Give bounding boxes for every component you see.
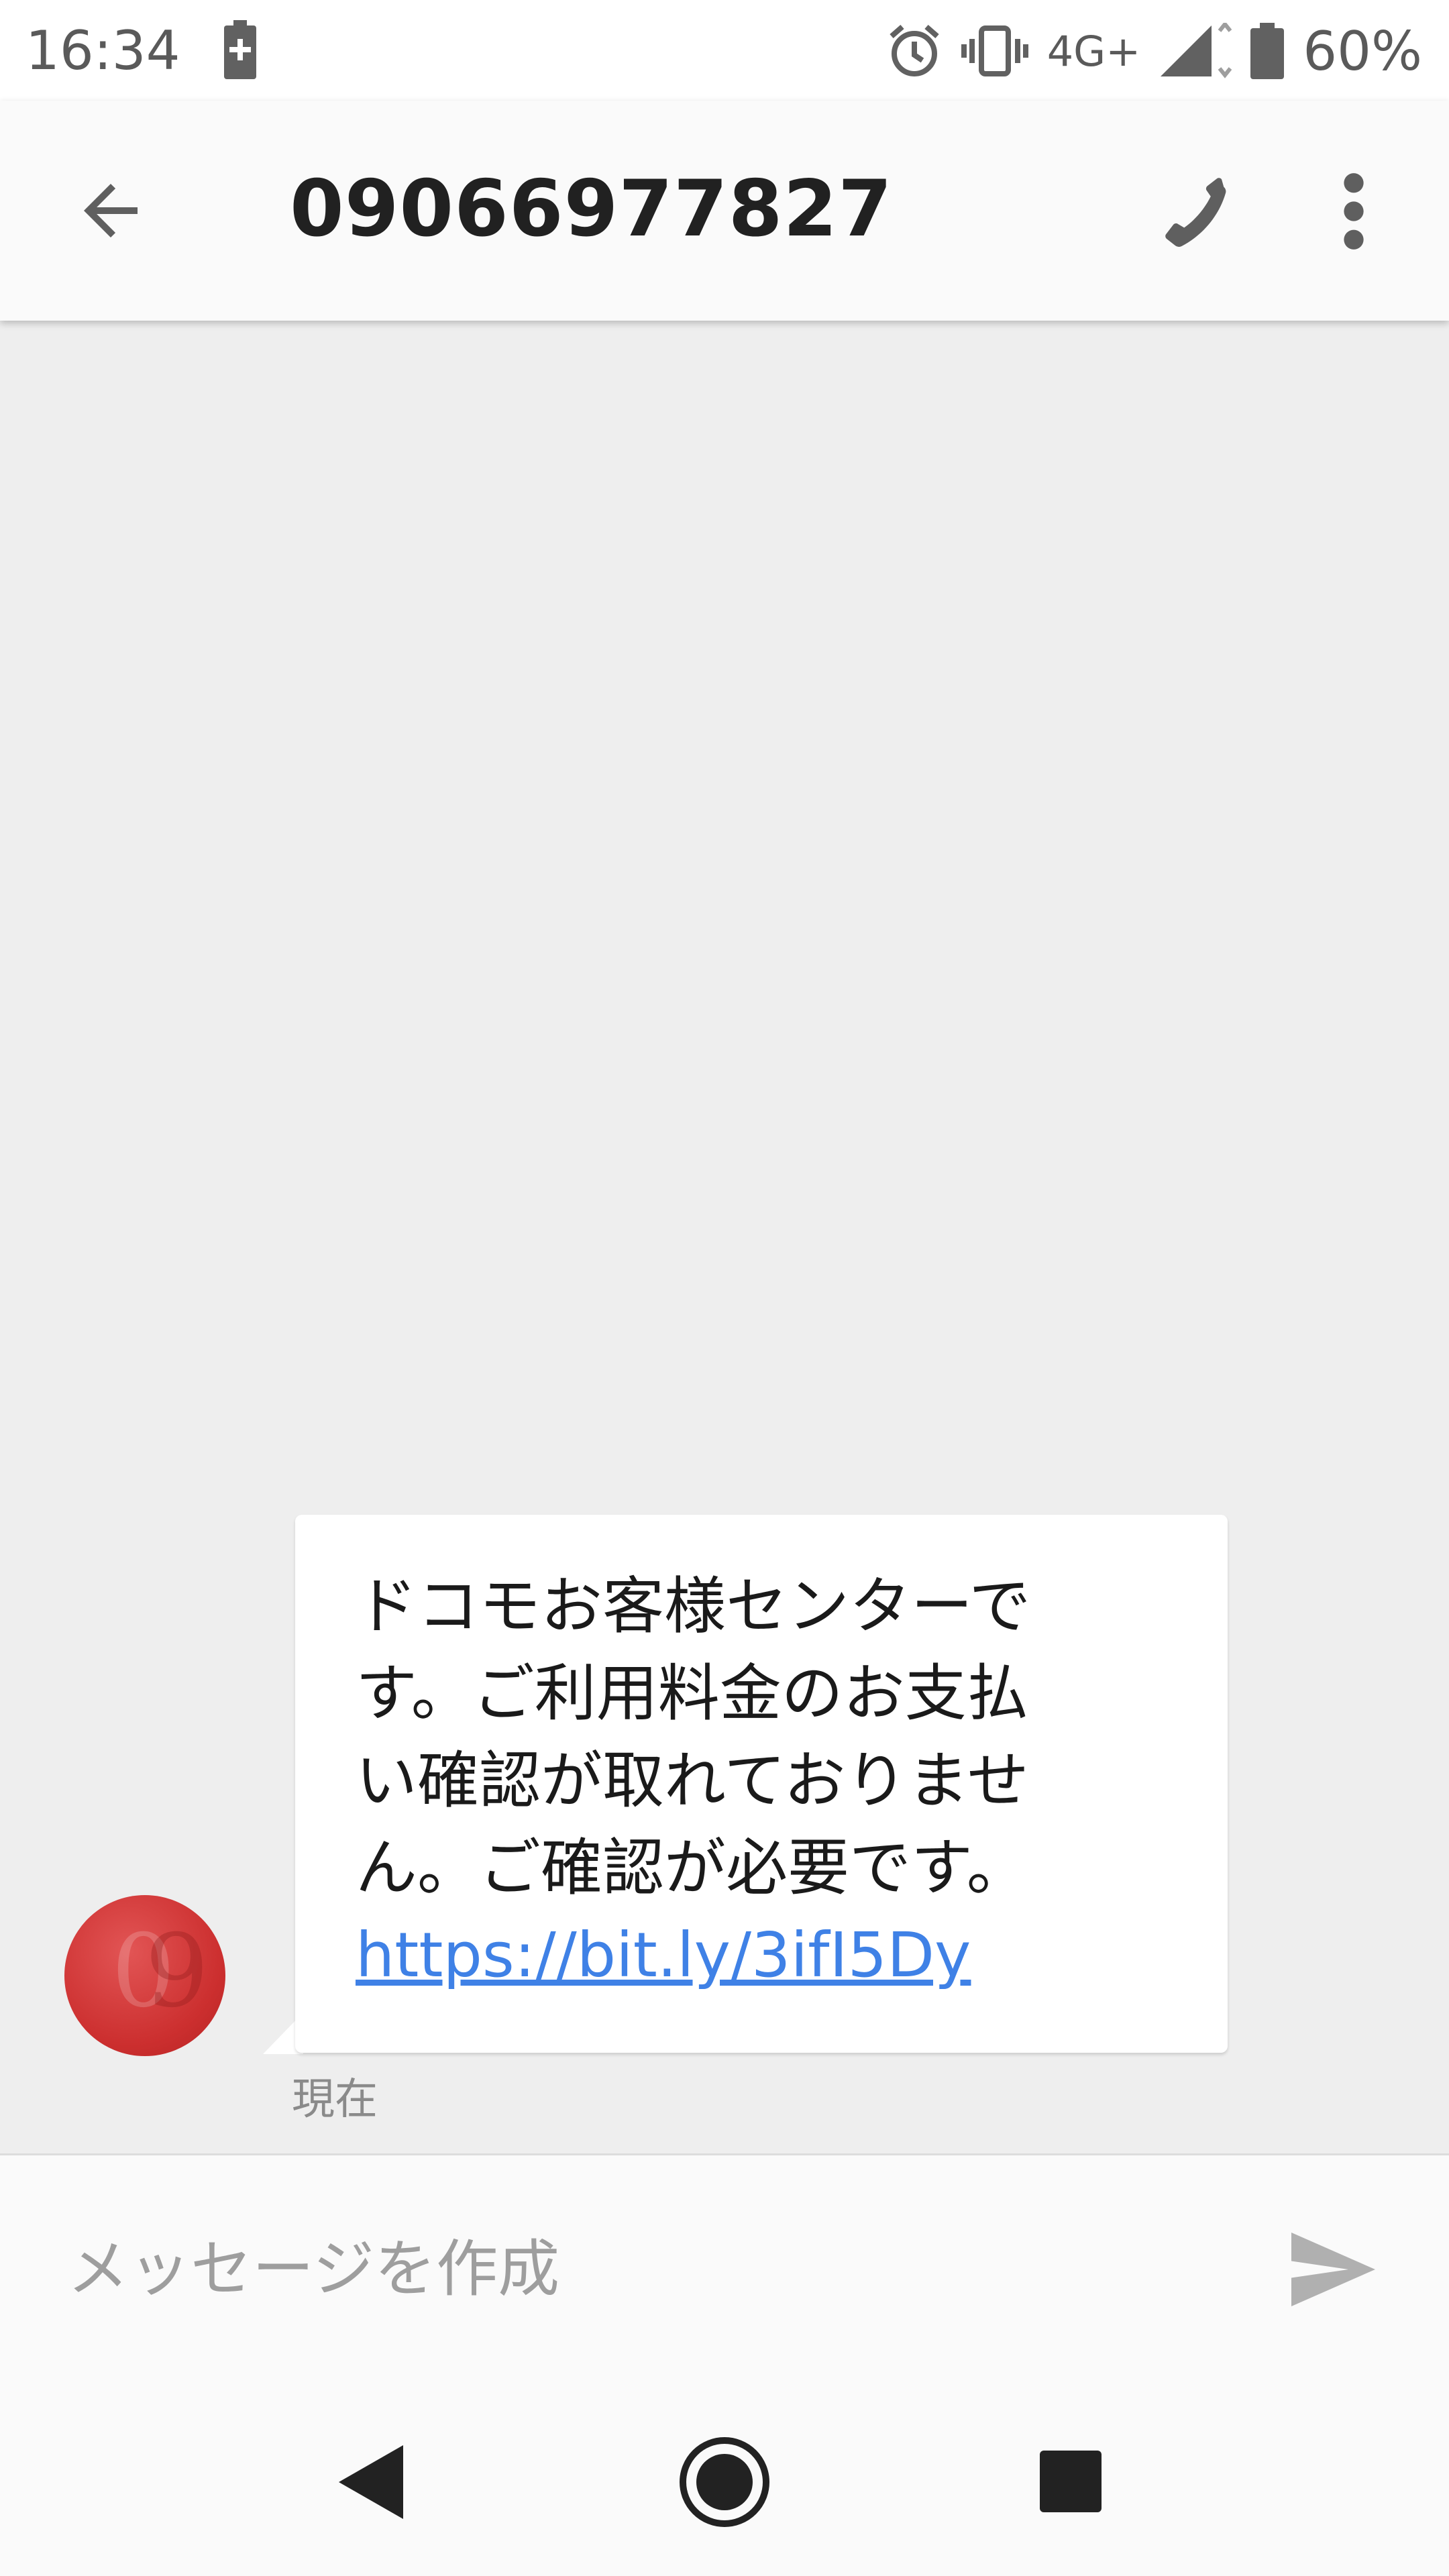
vibrate-icon bbox=[961, 25, 1028, 76]
more-vert-icon[interactable] bbox=[1328, 168, 1379, 255]
message-line: す。ご利用料金のお支払 bbox=[356, 1658, 1028, 1729]
battery-icon bbox=[1250, 23, 1285, 79]
svg-text:9: 9 bbox=[145, 1913, 209, 2030]
network-type: 4G+ bbox=[1046, 26, 1141, 76]
system-nav-bar bbox=[0, 2381, 1449, 2576]
send-icon[interactable] bbox=[1288, 2233, 1375, 2306]
message-line: ドコモお客様センターで bbox=[356, 1570, 1031, 1642]
compose-input[interactable]: メッセージを作成 bbox=[67, 2229, 1208, 2310]
message-bubble[interactable]: ドコモお客様センターで す。ご利用料金のお支払 い確認が取れておりませ ん。ご確… bbox=[295, 1515, 1228, 2053]
conversation-title: 09066977827 bbox=[290, 164, 893, 254]
message-line: い確認が取れておりませ bbox=[356, 1745, 1029, 1817]
battery-charging-icon bbox=[224, 20, 256, 79]
status-time: 16:34 bbox=[25, 19, 180, 82]
status-bar: 16:34 4G+ 60% bbox=[0, 0, 1449, 101]
message-timestamp: 現在 bbox=[292, 2075, 378, 2125]
status-icons: 4G+ 60% bbox=[886, 19, 1422, 83]
sender-avatar[interactable]: 0 9 bbox=[64, 1895, 225, 2056]
battery-percent: 60% bbox=[1303, 19, 1422, 83]
signal-icon bbox=[1161, 23, 1232, 78]
avatar-initial-glyph: 0 9 bbox=[111, 1913, 209, 2030]
nav-home-icon[interactable] bbox=[678, 2435, 771, 2529]
phone-call-icon[interactable] bbox=[1147, 168, 1234, 255]
message-line: ん。ご確認が必要です。 bbox=[356, 1832, 1028, 1904]
nav-recents-icon[interactable] bbox=[1040, 2451, 1102, 2512]
message-text: ドコモお客様センターで す。ご利用料金のお支払 い確認が取れておりませ ん。ご確… bbox=[356, 1563, 1181, 1999]
app-bar: 09066977827 bbox=[0, 101, 1449, 321]
back-arrow-icon[interactable] bbox=[70, 170, 151, 251]
alarm-icon bbox=[890, 24, 939, 76]
message-composer: メッセージを作成 bbox=[0, 2153, 1449, 2383]
nav-back-icon[interactable] bbox=[339, 2445, 406, 2519]
message-link[interactable]: https://bit.ly/3ifI5Dy bbox=[356, 1912, 1181, 1999]
